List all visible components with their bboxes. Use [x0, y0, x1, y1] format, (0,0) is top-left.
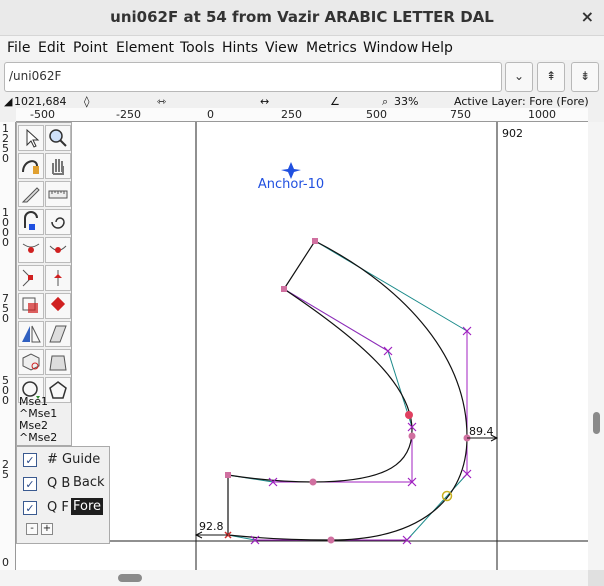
horizontal-ruler: -500 -250 0 250 500 750 1000 [16, 108, 588, 122]
angle-icon: ∠ [330, 95, 340, 108]
menu-tools[interactable]: Tools [180, 40, 215, 56]
coords-readout: 1021,684 [14, 95, 67, 108]
knife-tool[interactable] [18, 181, 44, 207]
horizontal-scrollbar[interactable] [0, 570, 588, 586]
cursor-icon: ◢ [4, 95, 13, 108]
ruler-tick: -500 [30, 108, 55, 121]
menu-hints[interactable]: Hints [222, 40, 258, 56]
ruler-tick: 250 [281, 108, 302, 121]
handle-lines [227, 240, 468, 541]
horizontal-scroll-thumb[interactable] [118, 574, 142, 582]
mse-label: ^Mse2 [19, 431, 58, 444]
vertical-scroll-thumb[interactable] [593, 412, 600, 434]
menu-edit[interactable]: Edit [38, 40, 65, 56]
mouse-bindings: Mse1 ^Mse1 Mse2 ^Mse2 [19, 396, 57, 444]
ruler-tick: 500 [366, 108, 387, 121]
layer-row-fore[interactable]: ✓ Q F Fore [19, 497, 109, 519]
glyph-toolbar: /uni062F ⌄ ⇞ ⇟ [0, 60, 604, 96]
title-bar: uni062F at 54 from Vazir ARABIC LETTER D… [0, 0, 604, 36]
selected-point[interactable] [405, 411, 413, 419]
resize-grip-icon[interactable] [588, 570, 604, 586]
magnify-tool[interactable] [45, 125, 71, 151]
scroll-hand-tool[interactable] [45, 153, 71, 179]
close-icon[interactable]: × [581, 7, 594, 26]
ruler-tick: 0 [207, 108, 214, 121]
status-bar: ◢ 1021,684 ◊ ⇿ ↔ ∠ ⌕ 33% Active Layer: F… [0, 95, 604, 109]
vertical-ruler: 1 2 5 0 1 0 0 0 7 5 0 5 0 0 2 5 0 [0, 122, 16, 570]
zoom-readout: 33% [394, 95, 419, 108]
pointer-tool[interactable] [18, 125, 44, 151]
freehand-tool[interactable] [18, 153, 44, 179]
layer-name: Back [73, 475, 105, 490]
hv-curve-point-tool[interactable] [45, 237, 71, 263]
left-dim-label: 92.8 [199, 520, 224, 533]
curve-point-tool[interactable] [18, 237, 44, 263]
zoom-icon: ⌕ [382, 95, 389, 108]
layer-row-back[interactable]: ✓ Q B Back [19, 473, 109, 495]
ruler-tick: 5 [2, 468, 9, 481]
ruler-tick: 0 [2, 236, 9, 249]
add-layer-button[interactable]: + [41, 523, 53, 535]
layer-prefix: Q F [47, 500, 69, 515]
layer-prefix: Q B [47, 476, 71, 491]
ruler-tool[interactable] [45, 181, 71, 207]
ruler-tick: -250 [116, 108, 141, 121]
layer-visible-checkbox[interactable]: ✓ [23, 453, 37, 467]
next-glyph-button[interactable]: ⇟ [571, 62, 599, 92]
on-curve-points[interactable] [225, 238, 471, 544]
vertical-scrollbar[interactable] [588, 122, 604, 570]
corner-point-tool[interactable] [18, 265, 44, 291]
menu-metrics[interactable]: Metrics [306, 40, 357, 56]
measure-icon: ⇿ [157, 95, 167, 108]
tool-palette: Mse1 ^Mse1 Mse2 ^Mse2 [16, 122, 72, 446]
layer-row-guide[interactable]: ✓ # Guide [19, 449, 109, 471]
menu-file[interactable]: File [7, 40, 30, 56]
point-icon: ◊ [84, 95, 90, 108]
distance-icon: ↔ [260, 95, 270, 108]
rotate-3d-tool[interactable] [18, 349, 44, 375]
menu-window[interactable]: Window [363, 40, 418, 56]
layer-visible-checkbox[interactable]: ✓ [23, 501, 37, 515]
dropdown-button[interactable]: ⌄ [505, 62, 533, 92]
menu-help[interactable]: Help [421, 40, 453, 56]
layer-name-active[interactable]: Fore [71, 498, 104, 515]
advance-width-label: 902 [502, 127, 523, 140]
menu-element[interactable]: Element [116, 40, 174, 56]
window-title: uni062F at 54 from Vazir ARABIC LETTER D… [110, 8, 494, 26]
spiro-tool[interactable] [45, 209, 71, 235]
tangent-point-tool[interactable] [45, 265, 71, 291]
glyph-name-field[interactable]: /uni062F [4, 62, 502, 92]
menu-view[interactable]: View [265, 40, 298, 56]
menu-point[interactable]: Point [73, 40, 108, 56]
ruler-tick: 0 [2, 152, 9, 165]
layers-palette: ✓ # Guide ✓ Q B Back ✓ Q F Fore - + [16, 446, 110, 544]
layer-visible-checkbox[interactable]: ✓ [23, 477, 37, 491]
rotate-tool[interactable] [45, 293, 71, 319]
glyph-outline[interactable] [227, 240, 468, 541]
control-points[interactable] [250, 326, 472, 545]
remove-layer-button[interactable]: - [26, 523, 38, 535]
perspective-tool[interactable] [45, 349, 71, 375]
ruler-tick: 0 [2, 556, 9, 569]
menu-bar: File Edit Point Element Tools Hints View… [0, 36, 604, 60]
layer-name: # Guide [47, 452, 101, 467]
hvcurve-tool[interactable] [18, 209, 44, 235]
flip-tool[interactable] [18, 321, 44, 347]
ruler-tick: 0 [2, 312, 9, 325]
scale-tool[interactable] [18, 293, 44, 319]
skew-tool[interactable] [45, 321, 71, 347]
ruler-tick: 750 [450, 108, 471, 121]
prev-glyph-button[interactable]: ⇞ [537, 62, 565, 92]
anchor-label: Anchor-10 [258, 177, 324, 192]
ruler-tick: 0 [2, 394, 9, 407]
control-lines [227, 288, 468, 541]
right-dim-label: 89.4 [469, 425, 494, 438]
ruler-tick: 1000 [528, 108, 556, 121]
active-layer-readout: Active Layer: Fore (Fore) [454, 95, 589, 108]
